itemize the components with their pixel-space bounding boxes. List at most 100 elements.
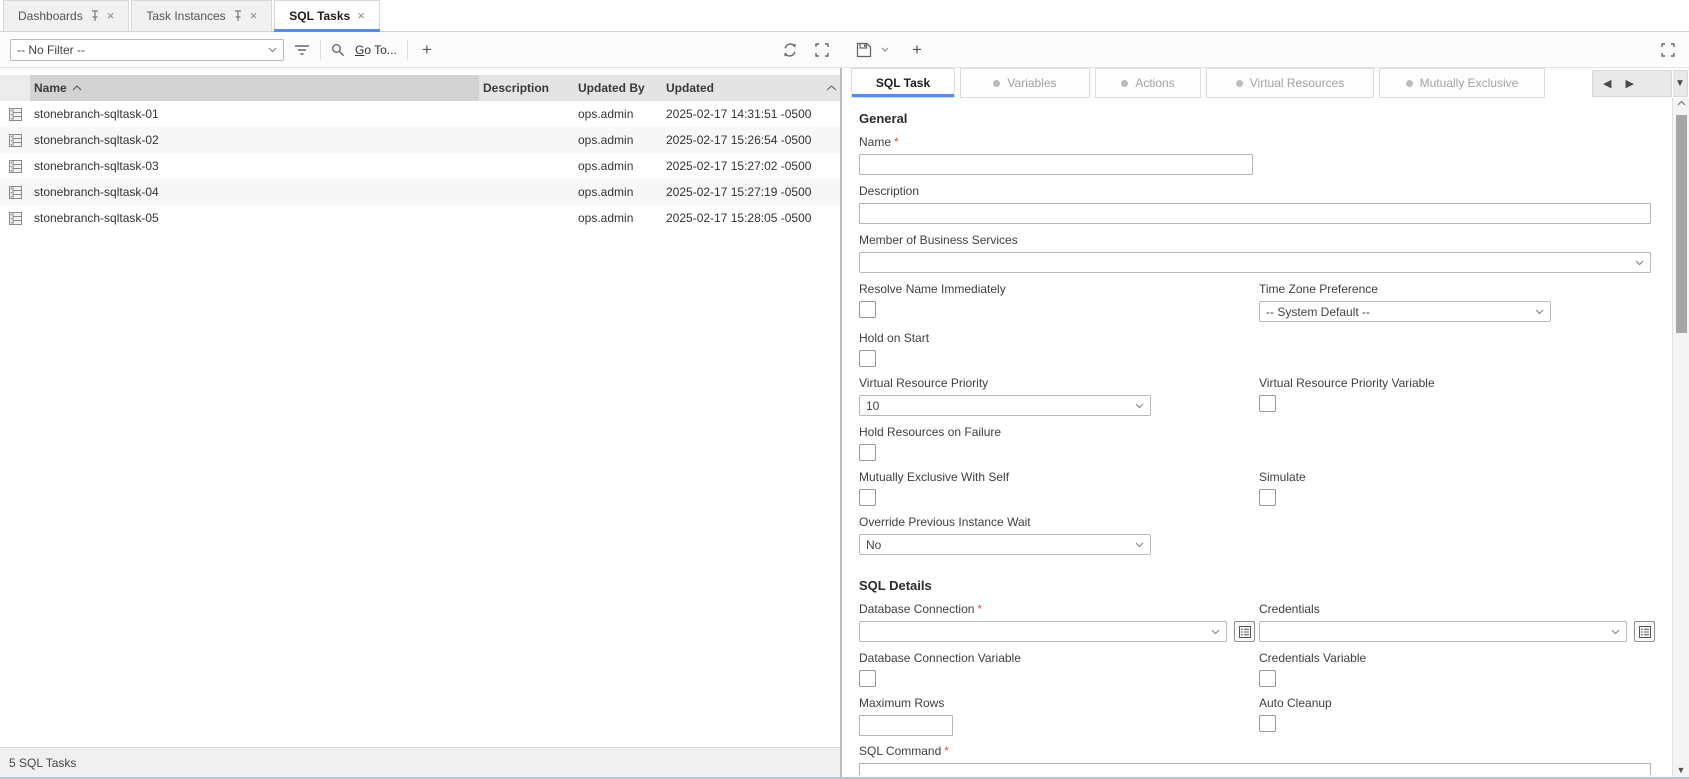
toolbar-separator	[407, 40, 408, 60]
member-of-business-services-label: Member of Business Services	[859, 233, 1651, 247]
toolbar: -- No Filter -- Go To... +	[0, 32, 1689, 68]
tab-dashboards[interactable]: Dashboards ×	[3, 0, 129, 31]
override-previous-instance-wait-select[interactable]: No	[859, 534, 1151, 555]
chevron-down-icon	[1211, 629, 1220, 635]
virtual-resource-priority-variable-label: Virtual Resource Priority Variable	[1259, 376, 1651, 390]
new-task-button[interactable]: +	[418, 42, 436, 58]
save-menu-chevron-icon[interactable]	[881, 47, 889, 52]
tab-label: Dashboards	[18, 9, 83, 23]
new-detail-button[interactable]: +	[908, 42, 926, 58]
scrollbar-thumb[interactable]	[1676, 115, 1687, 333]
select-value: -- System Default --	[1266, 305, 1370, 319]
save-icon[interactable]	[856, 42, 872, 58]
close-icon[interactable]: ×	[357, 11, 365, 21]
hold-resources-on-failure-checkbox[interactable]	[859, 444, 876, 461]
filter-icon[interactable]	[294, 44, 310, 56]
refresh-icon[interactable]	[782, 42, 798, 58]
main-area: Name Description Updated By Updated	[0, 68, 1689, 777]
resolve-name-immediately-checkbox[interactable]	[859, 301, 876, 318]
detail-scrollbar[interactable]: ▼	[1672, 98, 1689, 777]
virtual-resource-priority-label: Virtual Resource Priority	[859, 376, 1259, 390]
scroll-up-icon[interactable]	[1673, 100, 1689, 106]
tab-dot-icon	[1236, 80, 1243, 87]
database-connection-variable-checkbox[interactable]	[859, 670, 876, 687]
tab-task-instances[interactable]: Task Instances ×	[131, 0, 272, 31]
pin-icon[interactable]	[90, 10, 100, 22]
column-header-updated[interactable]: Updated	[662, 75, 822, 101]
task-detail-pane: SQL Task Variables Actions Virtual Resou…	[842, 68, 1689, 777]
sort-ascending-icon	[72, 85, 82, 91]
task-icon	[0, 108, 30, 121]
hold-on-start-label: Hold on Start	[859, 331, 1651, 345]
detail-tab-label: Actions	[1135, 76, 1174, 90]
hold-on-start-checkbox[interactable]	[859, 350, 876, 367]
credentials-variable-checkbox[interactable]	[1259, 670, 1276, 687]
main-tabstrip: Dashboards × Task Instances × SQL Tasks …	[0, 0, 1689, 32]
database-connection-select[interactable]	[859, 621, 1227, 642]
database-connection-details-button[interactable]	[1234, 621, 1255, 642]
tab-overflow-glyph: ▼	[1675, 78, 1685, 89]
column-header-description[interactable]: Description	[479, 75, 574, 101]
pin-icon[interactable]	[233, 10, 243, 22]
detail-tab-virtual-resources[interactable]: Virtual Resources	[1206, 68, 1374, 98]
chevron-down-icon	[1611, 629, 1620, 635]
virtual-resource-priority-select[interactable]: 10	[859, 395, 1151, 416]
table-row[interactable]: stonebranch-sqltask-02 ops.admin 2025-02…	[0, 127, 840, 153]
record-details-icon	[1639, 626, 1651, 638]
tab-sql-tasks[interactable]: SQL Tasks ×	[274, 0, 380, 31]
column-header-name[interactable]: Name	[30, 75, 479, 101]
table-row[interactable]: stonebranch-sqltask-03 ops.admin 2025-02…	[0, 153, 840, 179]
column-header-updated-by[interactable]: Updated By	[574, 75, 662, 101]
maximum-rows-input[interactable]	[859, 715, 953, 736]
mutually-exclusive-with-self-checkbox[interactable]	[859, 489, 876, 506]
sql-command-textarea[interactable]	[859, 763, 1651, 775]
expand-grid-icon[interactable]	[815, 43, 829, 57]
close-icon[interactable]: ×	[250, 11, 258, 21]
detail-tab-actions[interactable]: Actions	[1095, 68, 1201, 98]
column-header-icon[interactable]	[0, 75, 30, 101]
cell-updated: 2025-02-17 15:27:19 -0500	[662, 185, 822, 199]
credentials-variable-label: Credentials Variable	[1259, 651, 1651, 665]
virtual-resource-priority-variable-checkbox[interactable]	[1259, 395, 1276, 412]
tab-scroll-right-icon[interactable]: ▶	[1625, 77, 1633, 90]
maximize-detail-icon[interactable]	[1661, 43, 1675, 57]
column-label: Updated	[666, 81, 714, 95]
credentials-details-button[interactable]	[1634, 621, 1655, 642]
tab-overflow-icon[interactable]: ▼	[1673, 70, 1688, 97]
goto-button[interactable]: Go To...	[355, 43, 397, 57]
detail-tab-mutually-exclusive[interactable]: Mutually Exclusive	[1379, 68, 1545, 98]
mutually-exclusive-with-self-label: Mutually Exclusive With Self	[859, 470, 1259, 484]
auto-cleanup-checkbox[interactable]	[1259, 715, 1276, 732]
table-row[interactable]: stonebranch-sqltask-01 ops.admin 2025-02…	[0, 101, 840, 127]
time-zone-preference-select[interactable]: -- System Default --	[1259, 301, 1551, 322]
search-icon[interactable]	[331, 43, 345, 57]
app-window: Dashboards × Task Instances × SQL Tasks …	[0, 0, 1689, 777]
status-bar: 5 SQL Tasks	[0, 747, 840, 777]
cell-name: stonebranch-sqltask-02	[30, 133, 479, 147]
detail-tab-variables[interactable]: Variables	[960, 68, 1090, 98]
credentials-select[interactable]	[1259, 621, 1627, 642]
filter-select[interactable]: -- No Filter --	[10, 39, 284, 61]
close-icon[interactable]: ×	[107, 11, 115, 21]
tab-scroll-left-icon[interactable]: ◀	[1603, 77, 1611, 90]
description-input[interactable]	[859, 203, 1651, 224]
cell-updated-by: ops.admin	[574, 185, 662, 199]
simulate-checkbox[interactable]	[1259, 489, 1276, 506]
cell-updated: 2025-02-17 15:28:05 -0500	[662, 211, 822, 225]
tab-label: SQL Tasks	[289, 9, 350, 23]
table-row[interactable]: stonebranch-sqltask-05 ops.admin 2025-02…	[0, 205, 840, 231]
cell-updated: 2025-02-17 14:31:51 -0500	[662, 107, 822, 121]
column-label: Description	[483, 81, 549, 95]
name-input[interactable]	[859, 154, 1253, 175]
task-icon	[0, 186, 30, 199]
scroll-down-icon[interactable]: ▼	[1673, 765, 1689, 775]
required-marker: *	[944, 744, 949, 758]
member-of-business-services-select[interactable]	[859, 252, 1651, 273]
table-row[interactable]: stonebranch-sqltask-04 ops.admin 2025-02…	[0, 179, 840, 205]
detail-tab-sql-task[interactable]: SQL Task	[851, 68, 955, 98]
chevron-down-icon	[1135, 403, 1144, 409]
grid-body: stonebranch-sqltask-01 ops.admin 2025-02…	[0, 101, 840, 747]
header-menu-button[interactable]	[822, 75, 840, 101]
name-label: Name*	[859, 135, 1651, 149]
tab-dot-icon	[1406, 80, 1413, 87]
